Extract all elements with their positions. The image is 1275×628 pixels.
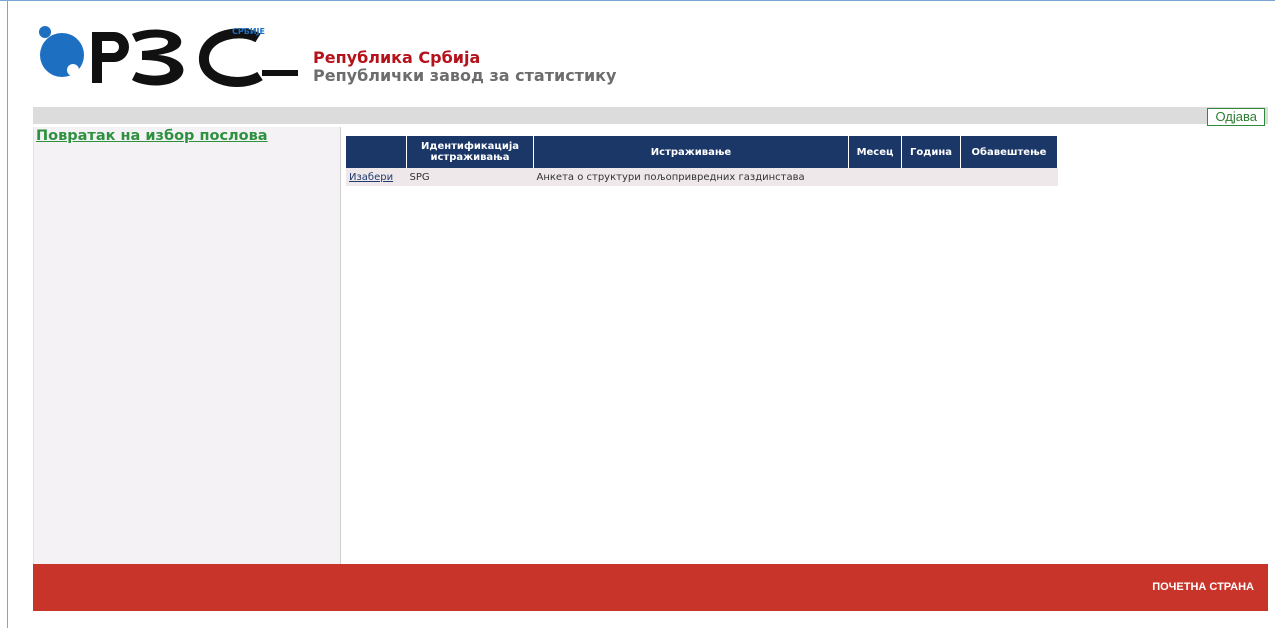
org-line-country: Република Србија <box>313 48 481 67</box>
survey-table: Идентификација истраживања Истраживање М… <box>346 136 1058 186</box>
org-line-institute: Републички завод за статистику <box>313 66 617 85</box>
cell-survey-name: Анкета о структури пољопривредних газдин… <box>533 168 849 186</box>
rzs-logo: СРБИЈЕ <box>39 26 298 87</box>
logout-button[interactable]: Одјава <box>1207 108 1265 126</box>
column-header-survey: Истраживање <box>533 136 849 168</box>
sidebar: Повратак на избор послова <box>33 127 341 564</box>
select-survey-link[interactable]: Изабери <box>349 172 393 183</box>
cell-month <box>848 168 902 186</box>
column-header-year: Година <box>901 136 961 168</box>
logo-superscript: СРБИЈЕ <box>232 27 265 36</box>
back-to-jobs-link[interactable]: Повратак на избор послова <box>36 128 268 144</box>
column-header-action <box>346 136 407 168</box>
org-tagline: Република Србија Републички завод за ста… <box>313 50 616 84</box>
cell-survey-id: SPG <box>406 168 534 186</box>
cell-notice <box>960 168 1058 186</box>
cell-year <box>901 168 961 186</box>
column-header-notice: Обавештење <box>960 136 1058 168</box>
home-page-link[interactable]: ПОЧЕТНА СТРАНА <box>1152 581 1254 593</box>
footer-bar: ПОЧЕТНА СТРАНА <box>33 564 1268 611</box>
window-frame-top <box>0 0 1275 1</box>
column-header-survey-id: Идентификација истраживања <box>406 136 534 168</box>
table-header-row: Идентификација истраживања Истраживање М… <box>346 136 1058 168</box>
table-row: Изабери SPG Анкета о структури пољопривр… <box>346 168 1058 186</box>
top-toolbar: Одјава <box>33 107 1268 126</box>
window-frame-left <box>7 0 8 628</box>
column-header-month: Месец <box>848 136 902 168</box>
